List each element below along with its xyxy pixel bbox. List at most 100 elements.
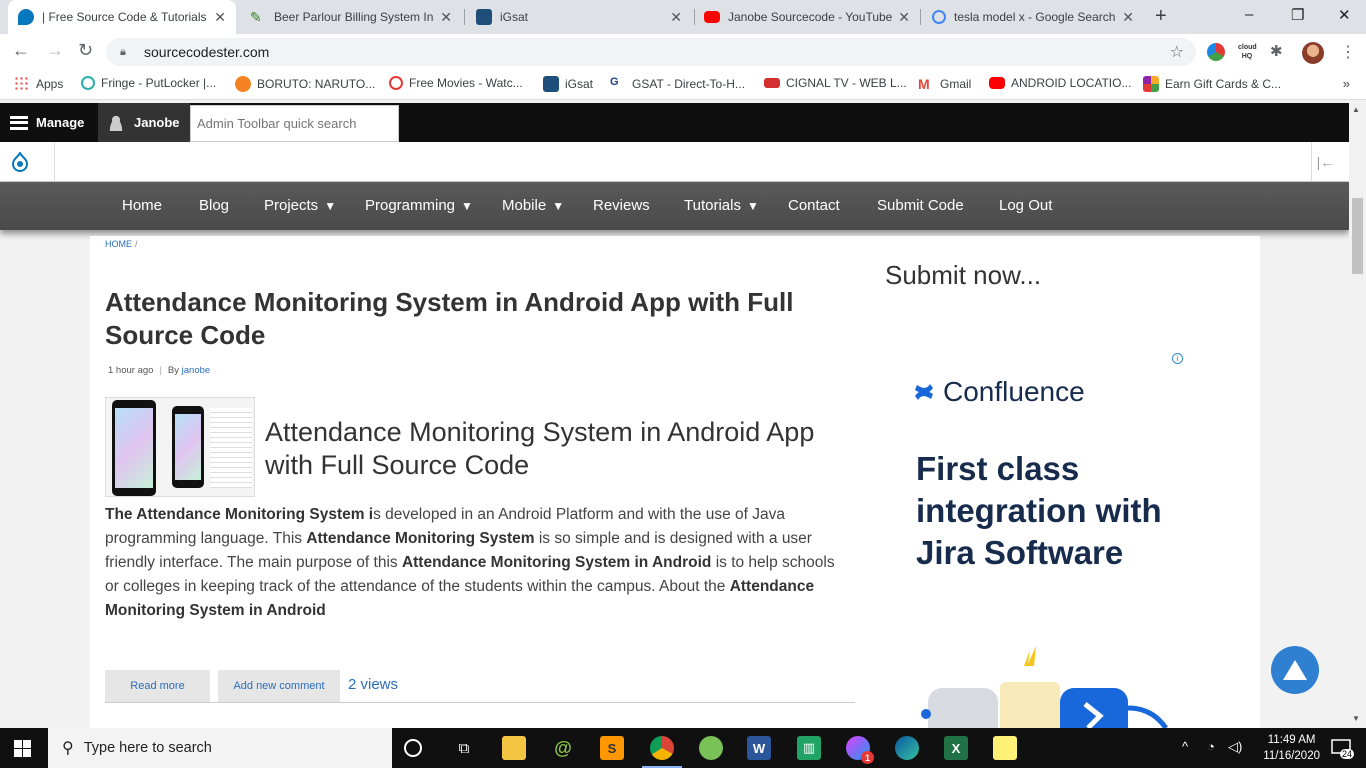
code-editor-preview	[210, 408, 252, 488]
chrome-menu-icon[interactable]: ⋮	[1340, 42, 1356, 62]
windows-start-icon[interactable]	[14, 740, 31, 757]
bookmark-label: CIGNAL TV - WEB L...	[786, 76, 907, 90]
edge-icon[interactable]	[895, 736, 919, 760]
cloudhq-extension-icon[interactable]: cloud HQ	[1238, 43, 1257, 61]
bookmark-label: Fringe - PutLocker |...	[101, 76, 217, 90]
browser-tab-igsat[interactable]: iGsat ✕	[466, 0, 692, 34]
bookmark-label: iGsat	[565, 77, 594, 91]
scroll-to-top-button[interactable]	[1271, 646, 1319, 694]
new-tab-button[interactable]: +	[1155, 5, 1167, 28]
extensions-puzzle-icon[interactable]: ✱	[1270, 43, 1288, 61]
system-clock[interactable]: 11:49 AM 11/16/2020	[1263, 732, 1320, 764]
drupal-icon[interactable]	[10, 150, 30, 172]
nav-item-blog[interactable]: Blog	[199, 197, 229, 214]
nav-item-mobile[interactable]: Mobile ▼	[502, 197, 564, 214]
bookmark-free-movies[interactable]: Free Movies - Watc...	[389, 76, 523, 90]
bookmark-apps[interactable]: Apps	[14, 76, 63, 92]
close-icon[interactable]: ✕	[214, 9, 226, 26]
bookmark-label: Apps	[36, 77, 64, 91]
forward-arrow-icon[interactable]: →	[46, 40, 64, 61]
minimize-button[interactable]: –	[1245, 6, 1253, 23]
tab-title: tesla model x - Google Search	[954, 10, 1116, 24]
browser-tab-beer-parlour[interactable]: ✎ Beer Parlour Billing System In V ✕	[240, 0, 462, 34]
bookmarks-bar: Apps Fringe - PutLocker |... BORUTO: NAR…	[0, 70, 1366, 100]
bookmark-fringe[interactable]: Fringe - PutLocker |...	[81, 76, 216, 90]
window-close-button[interactable]: ✕	[1338, 6, 1351, 24]
taskbar-search-input[interactable]: ⚲ Type here to search	[48, 728, 392, 768]
bookmark-cignal[interactable]: CIGNAL TV - WEB L...	[764, 76, 907, 90]
manage-menu-button[interactable]: Manage	[0, 103, 84, 142]
profile-avatar[interactable]	[1302, 42, 1324, 64]
confluence-logo[interactable]: Confluence	[913, 376, 1085, 408]
wifi-icon[interactable]: ◔	[1207, 739, 1215, 754]
nav-item-programming[interactable]: Programming ▼	[365, 197, 473, 214]
scroll-up-arrow-icon[interactable]: ▲	[1352, 105, 1360, 114]
bookmark-boruto[interactable]: BORUTO: NARUTO...	[235, 76, 375, 92]
nav-item-tutorials[interactable]: Tutorials ▼	[684, 197, 759, 214]
user-menu-button[interactable]: Janobe	[98, 103, 190, 142]
close-icon[interactable]: ✕	[898, 9, 910, 26]
nav-item-submit-code[interactable]: Submit Code	[877, 197, 964, 214]
messenger-icon[interactable]: 1	[846, 736, 874, 764]
chrome-icon[interactable]	[650, 736, 674, 760]
page-scrollbar[interactable]	[1349, 103, 1366, 728]
caret-down-icon: ▼	[552, 199, 565, 213]
close-icon[interactable]: ✕	[670, 9, 682, 26]
read-more-button[interactable]: Read more	[105, 670, 210, 702]
restore-button[interactable]: ❐	[1291, 6, 1304, 24]
file-explorer-icon[interactable]	[502, 736, 526, 760]
manage-label: Manage	[36, 115, 85, 130]
ad-headline[interactable]: First class integration with Jira Softwa…	[916, 448, 1176, 574]
close-icon[interactable]: ✕	[1122, 9, 1134, 26]
close-icon[interactable]: ✕	[440, 9, 452, 26]
add-comment-button[interactable]: Add new comment	[218, 670, 340, 702]
snail-app-icon[interactable]: @	[551, 736, 575, 760]
windows-taskbar: ⚲ Type here to search ⧉ @ S W ▥ 1 X ^ ◔ …	[0, 728, 1366, 768]
browser-tab-google[interactable]: tesla model x - Google Search ✕	[922, 0, 1144, 34]
toolbar-orientation-icon[interactable]: |←	[1311, 142, 1339, 182]
scrollbar-thumb[interactable]	[1352, 198, 1363, 274]
sticky-notes-icon[interactable]	[993, 736, 1017, 760]
bookmark-label: Free Movies - Watc...	[409, 76, 523, 90]
bookmark-gmail[interactable]: M Gmail	[918, 76, 971, 92]
admin-quick-search-input[interactable]	[190, 105, 399, 142]
notification-badge: 1	[861, 751, 874, 764]
reload-icon[interactable]: ↻	[78, 40, 93, 61]
gsat-icon: G	[610, 76, 619, 88]
page-title[interactable]: Attendance Monitoring System in Android …	[105, 286, 825, 352]
bookmark-earn-gift-cards[interactable]: Earn Gift Cards & C...	[1143, 76, 1281, 92]
project-app-icon[interactable]: ▥	[797, 736, 821, 760]
bookmark-android-location[interactable]: ANDROID LOCATIO...	[989, 76, 1131, 90]
browser-tab-youtube[interactable]: Janobe Sourcecode - YouTube ✕	[694, 0, 920, 34]
volume-icon[interactable]: ◁)	[1228, 739, 1242, 755]
bookmark-gsat[interactable]: G GSAT - Direct-To-H...	[610, 76, 745, 92]
chevron-up-icon[interactable]: ^	[1182, 739, 1188, 754]
action-center-icon[interactable]: 24	[1330, 737, 1354, 759]
word-icon[interactable]: W	[747, 736, 771, 760]
back-arrow-icon[interactable]: ←	[12, 40, 30, 61]
nav-item-log-out[interactable]: Log Out	[999, 197, 1052, 214]
bookmark-igsat[interactable]: iGsat	[543, 76, 593, 92]
nav-item-projects[interactable]: Projects ▼	[264, 197, 336, 214]
scroll-down-arrow-icon[interactable]: ▼	[1352, 714, 1360, 723]
breadcrumb-home-link[interactable]: HOME	[105, 239, 132, 249]
nav-item-home[interactable]: Home	[122, 197, 162, 214]
ad-info-icon[interactable]: i	[1172, 353, 1183, 364]
extension-globe-icon[interactable]	[1207, 43, 1225, 61]
browser-tab-sourcecodester[interactable]: | Free Source Code & Tutorials ✕	[8, 0, 236, 34]
author-link[interactable]: janobe	[182, 365, 211, 376]
bookmarks-more-button[interactable]: »	[1343, 76, 1350, 91]
article-thumbnail[interactable]	[105, 397, 255, 497]
nav-label: Contact	[788, 197, 840, 214]
sublime-text-icon[interactable]: S	[600, 736, 624, 760]
bookmark-label: GSAT - Direct-To-H...	[632, 77, 745, 91]
excel-icon[interactable]: X	[944, 736, 968, 760]
bookmark-star-icon[interactable]: ☆	[1170, 42, 1184, 62]
cortana-icon[interactable]	[404, 739, 422, 757]
address-bar[interactable]: 🔒︎ sourcecodester.com ☆	[106, 38, 1196, 66]
nav-item-contact[interactable]: Contact	[788, 197, 840, 214]
task-view-icon[interactable]: ⧉	[452, 736, 476, 760]
android-studio-icon[interactable]	[699, 736, 723, 760]
browser-tab-strip: | Free Source Code & Tutorials ✕ ✎ Beer …	[0, 0, 1366, 34]
nav-item-reviews[interactable]: Reviews	[593, 197, 650, 214]
